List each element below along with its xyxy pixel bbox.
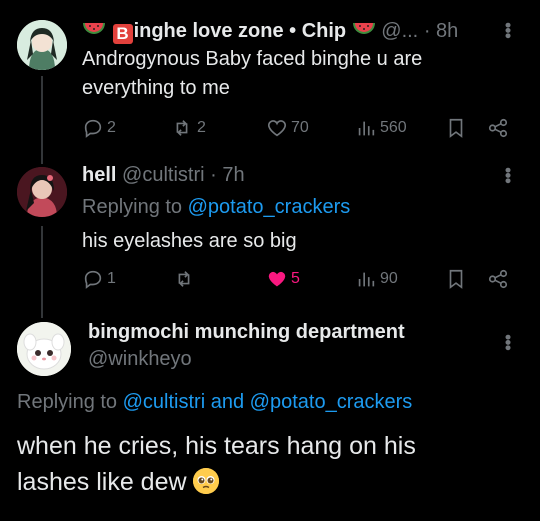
- action-bar: 1 5 90: [82, 268, 514, 292]
- tweet-header: hell @cultistri · 7h: [82, 164, 245, 187]
- avatar[interactable]: [17, 167, 67, 217]
- views-button[interactable]: 90: [355, 268, 398, 290]
- reply-count: 2: [107, 119, 116, 136]
- more-options-icon[interactable]: •••: [497, 334, 518, 350]
- timestamp[interactable]: · 7h: [210, 164, 244, 186]
- tweet-3-focused[interactable]: bingmochi munching department @winkheyo …: [0, 310, 540, 521]
- display-name[interactable]: bingmochi munching department: [88, 321, 405, 344]
- bookmark-button[interactable]: [445, 117, 467, 139]
- tweet-text-line: when he cries, his tears hang on his: [17, 432, 416, 460]
- display-name[interactable]: inghe love zone • Chip: [134, 20, 347, 42]
- views-chart-icon: [358, 272, 375, 287]
- display-name[interactable]: hell: [82, 164, 116, 186]
- tweet-text: his eyelashes are so big: [82, 230, 297, 252]
- reply-icon: [84, 119, 102, 138]
- retweet-button[interactable]: [172, 268, 199, 290]
- tweet-1[interactable]: Binghe love zone • Chip @... · 8h ••• An…: [0, 0, 540, 160]
- more-options-icon[interactable]: •••: [497, 167, 518, 183]
- like-button[interactable]: 5: [266, 268, 300, 290]
- retweet-count: 2: [197, 119, 206, 136]
- avatar[interactable]: [17, 322, 71, 376]
- reply-icon: [84, 270, 102, 289]
- replying-to-line: Replying to @cultistri and @potato_crack…: [17, 388, 412, 417]
- avatar[interactable]: [17, 20, 67, 70]
- views-button[interactable]: 560: [355, 117, 407, 139]
- bookmark-button[interactable]: [445, 268, 467, 290]
- mention-link[interactable]: @potato_crackers: [188, 196, 351, 218]
- reply-button[interactable]: 2: [82, 117, 116, 139]
- tweet-text: when he cries, his tears hang on his las…: [17, 428, 416, 500]
- like-count: 70: [291, 119, 309, 136]
- handle[interactable]: @...: [381, 20, 418, 42]
- share-icon: [488, 118, 508, 138]
- handle[interactable]: @cultistri: [122, 164, 205, 186]
- views-count: 560: [380, 119, 407, 136]
- views-chart-icon: [358, 121, 375, 136]
- share-button[interactable]: [487, 117, 509, 139]
- watermelon-emoji-icon: [352, 23, 375, 34]
- views-count: 90: [380, 270, 398, 287]
- replying-and: and: [210, 391, 245, 413]
- tweet-2[interactable]: hell @cultistri · 7h ••• Replying to @po…: [0, 160, 540, 310]
- retweet-icon: [178, 271, 190, 287]
- watermelon-emoji-icon: [83, 23, 105, 34]
- tweet-text: Androgynous Baby faced binghe u are ever…: [82, 48, 423, 99]
- replying-to-label: Replying to: [82, 196, 183, 218]
- like-button[interactable]: 70: [266, 117, 309, 139]
- reply-count: 1: [107, 270, 116, 287]
- handle[interactable]: @winkheyo: [88, 348, 192, 371]
- heart-filled-icon: [268, 271, 286, 287]
- replying-to-line: Replying to @potato_crackers: [82, 193, 350, 222]
- more-options-icon[interactable]: •••: [497, 22, 518, 38]
- reply-button[interactable]: 1: [82, 268, 116, 290]
- mention-link[interactable]: @cultistri: [123, 391, 206, 413]
- replying-to-label: Replying to: [17, 391, 118, 413]
- action-bar: 2 2 70 560: [82, 117, 514, 141]
- timestamp[interactable]: · 8h: [424, 20, 458, 42]
- heart-icon: [267, 120, 287, 137]
- letter-b-emoji: B: [112, 24, 133, 44]
- tweet-text-line: lashes like dew: [17, 468, 187, 496]
- pleading-face-emoji-icon: [193, 468, 220, 494]
- bookmark-icon: [449, 269, 463, 289]
- tweet-header: Binghe love zone • Chip @... · 8h: [82, 20, 458, 44]
- mention-link[interactable]: @potato_crackers: [250, 391, 413, 413]
- retweet-icon: [176, 120, 188, 136]
- bookmark-icon: [449, 118, 463, 138]
- tweet-text-line-2: lashes like dew: [17, 464, 416, 500]
- share-button[interactable]: [487, 268, 509, 290]
- retweet-button[interactable]: 2: [170, 117, 206, 139]
- share-icon: [488, 269, 508, 289]
- like-count: 5: [291, 270, 300, 287]
